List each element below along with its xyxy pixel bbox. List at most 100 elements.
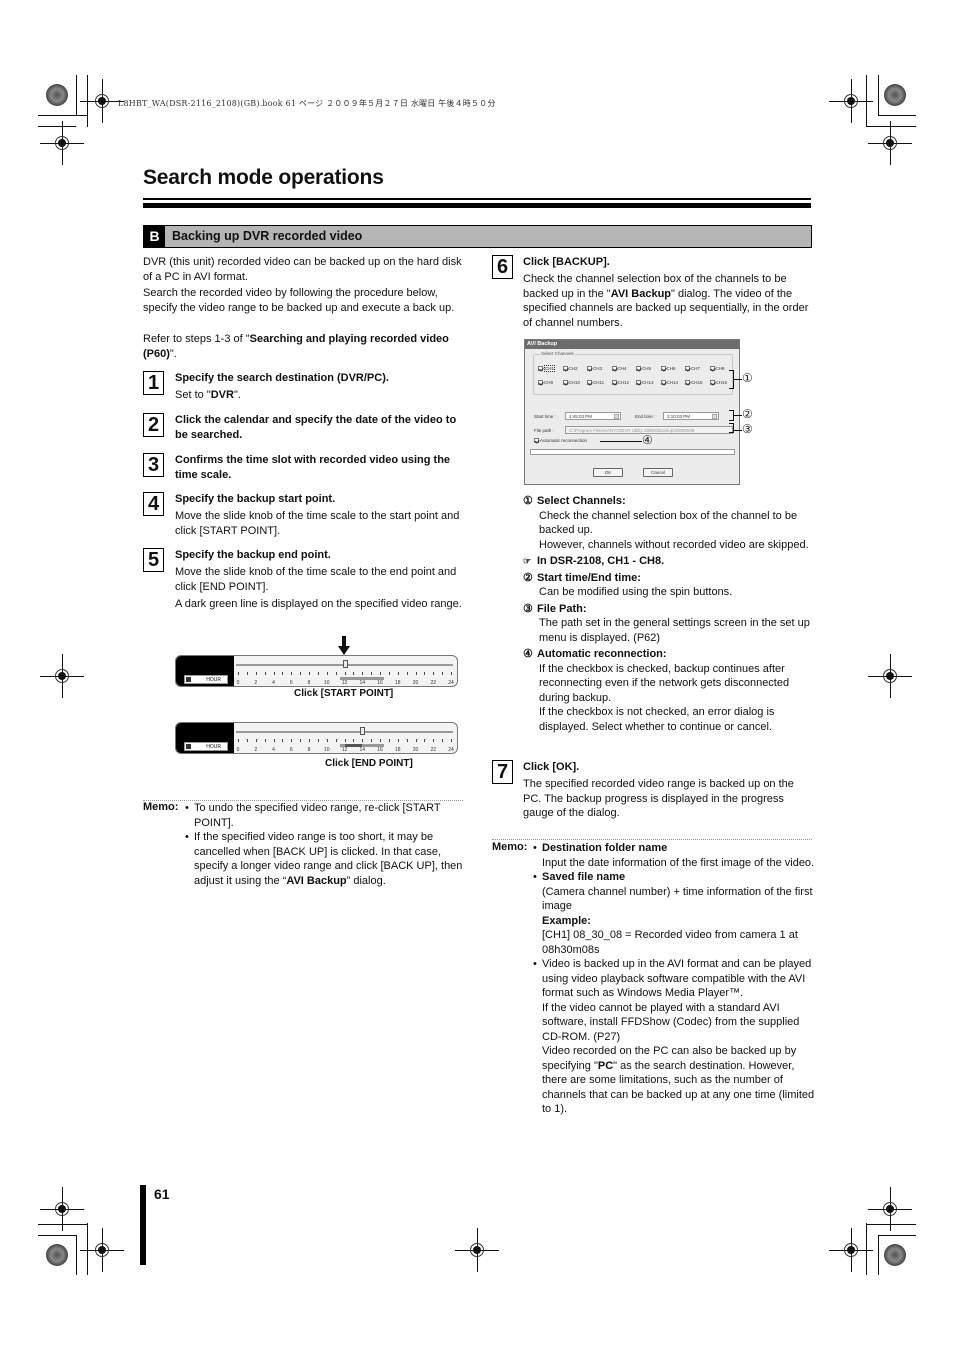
note-marker: ④ [523,648,533,660]
checkbox-checked-icon [587,380,592,386]
channel-checkbox-ch4[interactable]: CH4 [611,366,627,372]
tick-mark [264,739,266,742]
tick-mark [246,672,248,675]
tick-label: 18 [394,747,401,753]
tick-mark [317,672,319,675]
checkbox-checked-icon [562,366,568,372]
channel-checkbox-ch6[interactable]: CH6 [660,366,676,372]
step-body: Move the slide knob of the time scale to… [175,510,460,537]
step-title: Specify the search destination (DVR/PC). [175,372,389,384]
channel-checkbox-ch8[interactable]: CH8 [709,366,725,372]
ok-button[interactable]: OK [593,468,623,477]
channel-checkbox-ch5[interactable]: CH5 [636,366,652,372]
channel-checkbox-ch7[interactable]: CH7 [685,366,700,372]
dropdown-arrow-icon [186,744,191,749]
unit-label: HOUR [206,677,221,683]
tick-mark [335,739,337,742]
note-title: File Path: [537,602,587,615]
checkbox-checked-icon [660,366,666,372]
checkbox-checked-icon [611,380,617,386]
progress-gauge [530,449,735,455]
selected-range-bar [344,744,363,747]
auto-reconnect-checkbox[interactable]: Automatic reconnection [534,438,587,444]
registration-disc-icon [46,84,68,106]
select-channels-group: Select Channels CH1 CH2 CH3 CH4 CH5 CH6 CH7 CH8… [533,351,733,395]
channel-label: CH12 [617,380,630,385]
channel-checkbox-ch10[interactable]: CH10 [562,380,580,386]
channel-label: CH11 [593,380,605,385]
channel-checkbox-ch16[interactable]: CH16 [709,380,728,386]
tick-mark [273,672,275,675]
memo-item-body: (Camera channel number) + time informati… [542,885,813,913]
channel-checkbox-ch13[interactable]: CH13 [636,380,654,386]
cancel-button[interactable]: Cancel [643,468,673,477]
memo-item-title: Destination folder name [542,842,668,854]
note-body: However, channels without recorded video… [539,538,809,551]
step-number: 4 [143,492,164,516]
registration-mark-icon [868,654,912,698]
tick-label: 14 [359,747,366,753]
step-body: Check the channel selection box of the c… [523,272,813,330]
channel-label: CH16 [715,380,728,385]
start-time-input[interactable]: 1:45:03 PM [565,412,621,420]
time-scale-start: HOUR 0 2 4 6 8 10 12 14 16 18 20 22 24 [175,655,458,687]
channel-label: CH15 [691,380,703,385]
registration-mark-icon [40,121,84,165]
channel-checkbox-ch3[interactable]: CH3 [587,366,603,372]
start-time-value: 1:45:03 PM [569,414,593,419]
callout-line [600,441,642,442]
channel-checkbox-ch1[interactable]: CH1 [538,365,556,372]
note-item: ② Start time/End time: [523,571,815,586]
tick-mark [415,672,417,675]
tick-container [238,739,452,743]
spin-button[interactable] [712,414,717,419]
intro-paragraph-3: Refer to steps 1-3 of "Searching and pla… [143,332,465,361]
recorded-range-bar [340,677,385,680]
channel-checkbox-ch14[interactable]: CH14 [660,380,678,386]
tick-label: 24 [448,747,454,753]
note-title: Start time/End time: [537,571,641,584]
slider-knob[interactable] [360,727,366,735]
tick-mark [397,739,399,742]
registration-mark-icon [80,79,124,123]
text-bold: PC [597,1059,614,1072]
file-path-label: File path : [534,428,554,433]
checkbox-checked-icon [660,380,666,386]
step-body: Move the slide knob of the time scale to… [175,566,457,593]
spin-button[interactable] [614,414,619,419]
intro-paragraph-2: Search the recorded video by following t… [143,287,455,314]
tick-mark [344,739,346,742]
caption-start-point: Click [START POINT] [294,688,394,699]
tick-mark [335,672,337,675]
tick-mark [442,672,444,675]
tick-label: 20 [412,680,419,686]
channel-checkbox-ch2[interactable]: CH2 [562,366,578,372]
step-body: Set to "DVR". [175,388,465,403]
channel-checkbox-ch15[interactable]: CH15 [685,380,703,386]
text-bold: AVI Backup [610,287,672,300]
unit-dropdown[interactable]: HOUR [184,742,228,751]
channel-checkbox-ch9[interactable]: CH9 [538,380,553,386]
down-arrow-icon [337,636,350,656]
unit-dropdown[interactable]: HOUR [184,675,228,684]
step-title: Click the calendar and specify the date … [175,414,457,441]
tick-mark [424,739,426,742]
tick-mark [246,739,248,742]
slider-track[interactable] [236,731,453,733]
tick-mark [344,672,346,675]
tick-mark [424,672,426,675]
channel-label: CH3 [593,366,603,371]
slider-knob[interactable] [342,660,348,668]
memo-item: If the specified video range is too shor… [185,830,465,888]
registration-mark-icon [40,654,84,698]
tick-mark [388,672,390,675]
tick-mark [282,739,284,742]
channel-checkbox-ch11[interactable]: CH11 [587,380,605,386]
end-time-input[interactable]: 2:10:03 PM [663,412,719,420]
channel-checkbox-ch12[interactable]: CH12 [611,380,630,386]
checkbox-checked-icon [611,366,617,372]
example-body: [CH1] 08_30_08 = Recorded video from cam… [542,929,798,956]
tick-mark [309,739,310,742]
tick-mark [451,739,452,742]
channel-label: CH5 [642,366,652,371]
